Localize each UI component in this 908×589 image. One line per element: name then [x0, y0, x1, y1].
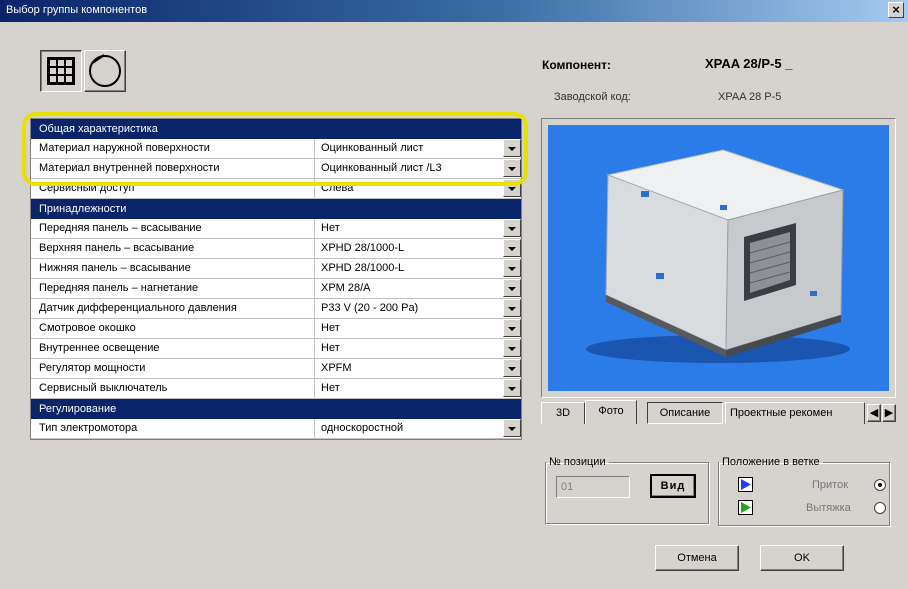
property-row: Сервисный доступ Слева — [31, 179, 521, 199]
property-value[interactable]: XPHD 28/1000-L — [315, 239, 503, 258]
dropdown-arrow-icon[interactable] — [503, 159, 521, 177]
property-value[interactable]: односкоростной — [315, 419, 503, 438]
property-value[interactable]: XPHD 28/1000-L — [315, 259, 503, 278]
property-name: Смотровое окошко — [31, 319, 315, 338]
component-value: XPAA 28/P-5 _ — [705, 56, 793, 71]
property-value[interactable]: Оцинкованный лист /L3 — [315, 159, 503, 178]
scheme-view-button[interactable] — [84, 50, 126, 92]
dropdown-arrow-icon[interactable] — [503, 419, 521, 437]
supply-radio[interactable] — [874, 479, 886, 491]
photo-background — [548, 125, 889, 391]
factory-code-value: XPAA 28 P-5 — [718, 91, 782, 103]
dropdown-arrow-icon[interactable] — [503, 179, 521, 197]
fan-scheme-icon — [89, 55, 121, 87]
property-value[interactable]: Нет — [315, 339, 503, 358]
tab-scroll-left-button[interactable]: ◀ — [867, 404, 881, 422]
dropdown-arrow-icon[interactable] — [503, 239, 521, 257]
component-label: Компонент: — [542, 58, 611, 72]
property-value[interactable]: P33 V (20 - 200 Pa) — [315, 299, 503, 318]
property-value[interactable]: Оцинкованный лист — [315, 139, 503, 158]
property-row: Передняя панель – всасывание Нет — [31, 219, 521, 239]
property-grid: Общая характеристика Материал наружной по… — [30, 118, 522, 440]
property-row: Внутреннее освещение Нет — [31, 339, 521, 359]
air-handling-unit-image — [586, 149, 850, 363]
tab-scroll-right-button[interactable]: ▶ — [882, 404, 896, 422]
property-value[interactable]: Нет — [315, 219, 503, 238]
dropdown-arrow-icon[interactable] — [503, 339, 521, 357]
property-name: Нижняя панель – всасывание — [31, 259, 315, 278]
property-row: Верхняя панель – всасывание XPHD 28/1000-… — [31, 239, 521, 259]
property-row: Датчик дифференциального давления P33 V (… — [31, 299, 521, 319]
tab-description[interactable]: Описание — [647, 402, 723, 424]
property-name: Датчик дифференциального давления — [31, 299, 315, 318]
property-name: Регулятор мощности — [31, 359, 315, 378]
grid-view-button[interactable] — [40, 50, 82, 92]
property-row: Нижняя панель – всасывание XPHD 28/1000-L — [31, 259, 521, 279]
dropdown-arrow-icon[interactable] — [503, 299, 521, 317]
property-name: Передняя панель – всасывание — [31, 219, 315, 238]
title-bar: Выбор группы компонентов × — [0, 0, 908, 22]
property-row: Сервисный выключатель Нет — [31, 379, 521, 399]
property-row: Тип электромотора односкоростной — [31, 419, 521, 439]
supply-label: Приток — [812, 479, 849, 491]
tab-design-recommendations[interactable]: Проектные рекомен — [725, 402, 865, 424]
photo-panel — [541, 118, 896, 398]
property-value[interactable]: Нет — [315, 319, 503, 338]
property-row: Материал наружной поверхности Оцинкованны… — [31, 139, 521, 159]
position-number-input[interactable] — [556, 476, 630, 498]
cancel-button[interactable]: Отмена — [655, 545, 739, 571]
supply-arrow-icon — [738, 477, 753, 492]
dropdown-arrow-icon[interactable] — [503, 319, 521, 337]
branch-position-legend: Положение в ветке — [722, 456, 820, 468]
property-row: Смотровое окошко Нет — [31, 319, 521, 339]
grid-icon — [47, 57, 75, 85]
property-value[interactable]: XPM 28/A — [315, 279, 503, 298]
property-name: Сервисный выключатель — [31, 379, 315, 398]
view-button[interactable]: Вид — [650, 474, 696, 498]
dropdown-arrow-icon[interactable] — [503, 259, 521, 277]
dropdown-arrow-icon[interactable] — [503, 359, 521, 377]
property-value[interactable]: Слева — [315, 179, 503, 198]
property-row: Передняя панель – нагнетание XPM 28/A — [31, 279, 521, 299]
category-label: Регулирование — [39, 403, 117, 415]
dropdown-arrow-icon[interactable] — [503, 279, 521, 297]
property-name: Верхняя панель – всасывание — [31, 239, 315, 258]
property-value[interactable]: XPFM — [315, 359, 503, 378]
ok-button[interactable]: OK — [760, 545, 844, 571]
dropdown-arrow-icon[interactable] — [503, 379, 521, 397]
property-category: Принадлежности — [31, 199, 521, 219]
property-name: Тип электромотора — [31, 419, 315, 438]
dropdown-arrow-icon[interactable] — [503, 139, 521, 157]
property-name: Материал внутренней поверхности — [31, 159, 315, 178]
position-group-legend: № позиции — [549, 456, 606, 468]
property-name: Передняя панель – нагнетание — [31, 279, 315, 298]
tab-3d[interactable]: 3D — [541, 402, 585, 424]
property-category: Регулирование — [31, 399, 521, 419]
exhaust-radio[interactable] — [874, 502, 886, 514]
property-value[interactable]: Нет — [315, 379, 503, 398]
category-label: Принадлежности — [39, 203, 127, 215]
exhaust-arrow-icon — [738, 500, 753, 515]
category-label: Общая характеристика — [39, 123, 158, 135]
dropdown-arrow-icon[interactable] — [503, 219, 521, 237]
close-button[interactable]: × — [888, 2, 904, 18]
window-title: Выбор группы компонентов — [6, 4, 148, 16]
property-category: Общая характеристика — [31, 119, 521, 139]
property-name: Материал наружной поверхности — [31, 139, 315, 158]
property-name: Внутреннее освещение — [31, 339, 315, 358]
factory-code-label: Заводской код: — [554, 91, 631, 103]
property-row: Материал внутренней поверхности Оцинкован… — [31, 159, 521, 179]
property-name: Сервисный доступ — [31, 179, 315, 198]
tab-photo[interactable]: Фото — [585, 400, 637, 424]
exhaust-label: Вытяжка — [806, 502, 851, 514]
property-row: Регулятор мощности XPFM — [31, 359, 521, 379]
